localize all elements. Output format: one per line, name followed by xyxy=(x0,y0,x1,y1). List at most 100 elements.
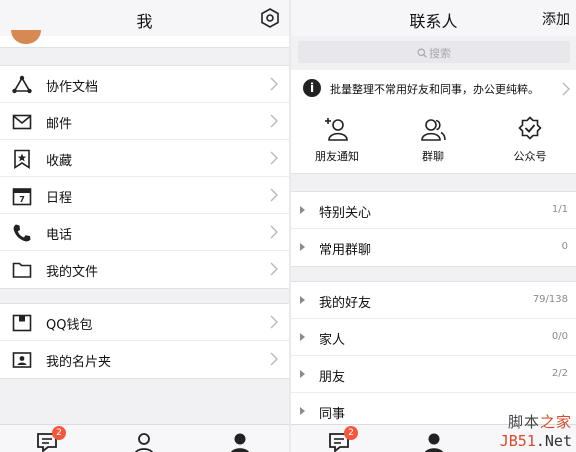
collab-doc-icon xyxy=(12,75,32,94)
settings-icon[interactable] xyxy=(260,8,280,28)
contact-group-family[interactable]: 家人 0/0 xyxy=(291,319,576,356)
group-chat-icon xyxy=(421,119,446,141)
friend-notify-icon xyxy=(325,118,348,141)
mail-icon xyxy=(12,114,32,130)
action-label: 朋友通知 xyxy=(315,150,359,163)
contact-group-my-friends[interactable]: 我的好友 79/138 xyxy=(291,282,576,319)
site-watermark: 脚本之家 JB51.Net xyxy=(500,411,572,450)
contact-group-label: 家人 xyxy=(319,333,346,348)
menu-item-label: 我的文件 xyxy=(46,265,99,280)
contact-group-count: 79/138 xyxy=(532,294,568,305)
watermark-text: .Net xyxy=(535,432,572,450)
contacts-screen: 联系人 添加 搜索 i 批量整理不常用好友和同事，办公更纯粹。 朋友通知 群聊 … xyxy=(291,0,576,452)
page-title: 我 xyxy=(136,12,153,31)
menu-item-qq-wallet[interactable]: QQ钱包 xyxy=(0,304,289,341)
action-friend-notify[interactable]: 朋友通知 xyxy=(297,116,377,164)
menu-item-mail[interactable]: 邮件 xyxy=(0,103,289,140)
contact-group-special-care[interactable]: 特别关心 1/1 xyxy=(291,192,576,229)
contact-group-friends[interactable]: 朋友 2/2 xyxy=(291,356,576,393)
contact-group-count: 0/0 xyxy=(551,331,568,342)
contact-group-2: 我的好友 79/138 家人 0/0 朋友 2/2 同事 xyxy=(291,281,576,431)
card-holder-icon xyxy=(12,352,32,368)
watermark-text: 之家 xyxy=(539,413,572,431)
menu-item-collab-docs[interactable]: 协作文档 xyxy=(0,66,289,103)
me-menu-group-2: QQ钱包 我的名片夹 xyxy=(0,303,289,379)
notice-text: 批量整理不常用好友和同事，办公更纯粹。 xyxy=(330,83,539,96)
contacts-header: 联系人 添加 xyxy=(291,0,576,36)
tab-contacts[interactable] xyxy=(422,431,446,452)
unread-badge: 2 xyxy=(344,426,358,440)
contact-group-label: 常用群聊 xyxy=(319,243,372,258)
action-label: 公众号 xyxy=(513,150,547,163)
menu-item-label: 协作文档 xyxy=(46,80,99,95)
chevron-right-icon xyxy=(562,82,570,96)
tab-messages[interactable]: 2 xyxy=(327,426,358,452)
menu-item-card-holder[interactable]: 我的名片夹 xyxy=(0,341,289,378)
contact-group-count: 2/2 xyxy=(551,368,568,379)
chevron-right-icon xyxy=(270,114,278,128)
expand-arrow-icon xyxy=(300,407,305,415)
info-icon: i xyxy=(303,79,321,97)
svg-text:7: 7 xyxy=(19,195,25,204)
expand-arrow-icon xyxy=(300,333,305,341)
watermark-text: 脚本 xyxy=(507,413,540,431)
search-input[interactable]: 搜索 xyxy=(298,41,570,63)
expand-arrow-icon xyxy=(300,206,305,214)
me-screen: 我 协作文档 邮件 收藏 7 日程 电话 我的文件 QQ钱包 我的名片夹 2 xyxy=(0,0,289,452)
chevron-right-icon xyxy=(270,315,278,329)
menu-item-schedule[interactable]: 7 日程 xyxy=(0,177,289,214)
tab-me[interactable] xyxy=(228,431,252,452)
menu-item-label: 邮件 xyxy=(46,117,73,132)
me-menu-group-1: 协作文档 邮件 收藏 7 日程 电话 我的文件 xyxy=(0,65,289,289)
contact-group-label: 同事 xyxy=(319,407,346,422)
chevron-right-icon xyxy=(270,77,278,91)
contacts-icon xyxy=(135,433,153,452)
contact-group-count: 1/1 xyxy=(551,204,568,215)
add-button[interactable]: 添加 xyxy=(542,9,570,29)
action-label: 群聊 xyxy=(422,150,444,163)
contact-group-1: 特别关心 1/1 常用群聊 0 xyxy=(291,191,576,267)
chevron-right-icon xyxy=(270,352,278,366)
action-official-account[interactable]: 公众号 xyxy=(490,116,570,164)
me-icon xyxy=(230,433,250,452)
watermark-text: JB51 xyxy=(499,432,536,450)
unread-badge: 2 xyxy=(52,426,66,440)
menu-item-label: 电话 xyxy=(46,228,73,243)
search-placeholder-text: 搜索 xyxy=(429,47,451,60)
quick-actions: 朋友通知 群聊 公众号 xyxy=(291,106,576,174)
me-header: 我 xyxy=(0,0,289,36)
search-icon xyxy=(417,48,427,58)
page-title: 联系人 xyxy=(409,12,458,31)
menu-item-label: QQ钱包 xyxy=(46,318,93,333)
chevron-right-icon xyxy=(270,262,278,276)
menu-item-my-files[interactable]: 我的文件 xyxy=(0,251,289,288)
tab-contacts[interactable] xyxy=(132,431,156,452)
expand-arrow-icon xyxy=(300,296,305,304)
search-placeholder: 搜索 xyxy=(298,45,570,61)
action-group-chat[interactable]: 群聊 xyxy=(393,116,473,164)
expand-arrow-icon xyxy=(300,370,305,378)
bookmark-icon xyxy=(14,149,30,169)
contact-group-label: 特别关心 xyxy=(319,206,372,221)
menu-item-label: 我的名片夹 xyxy=(46,355,112,370)
menu-item-label: 日程 xyxy=(46,191,73,206)
tab-bar: 2 xyxy=(0,424,289,452)
cleanup-notice[interactable]: i 批量整理不常用好友和同事，办公更纯粹。 xyxy=(291,70,576,106)
contact-group-count: 0 xyxy=(561,241,568,252)
contact-group-label: 朋友 xyxy=(319,370,346,385)
menu-item-favorites[interactable]: 收藏 xyxy=(0,140,289,177)
chevron-right-icon xyxy=(270,188,278,202)
contact-group-frequent-chats[interactable]: 常用群聊 0 xyxy=(291,229,576,266)
calendar-icon: 7 xyxy=(12,188,32,206)
profile-card[interactable] xyxy=(0,30,289,48)
tab-messages[interactable]: 2 xyxy=(35,426,66,452)
avatar[interactable] xyxy=(11,30,41,44)
official-account-icon xyxy=(518,116,542,140)
wallet-icon xyxy=(12,314,32,332)
folder-icon xyxy=(12,262,32,278)
contacts-icon xyxy=(424,433,444,452)
menu-item-phone[interactable]: 电话 xyxy=(0,214,289,251)
phone-icon xyxy=(13,224,31,242)
chevron-right-icon xyxy=(270,225,278,239)
chevron-right-icon xyxy=(270,151,278,165)
